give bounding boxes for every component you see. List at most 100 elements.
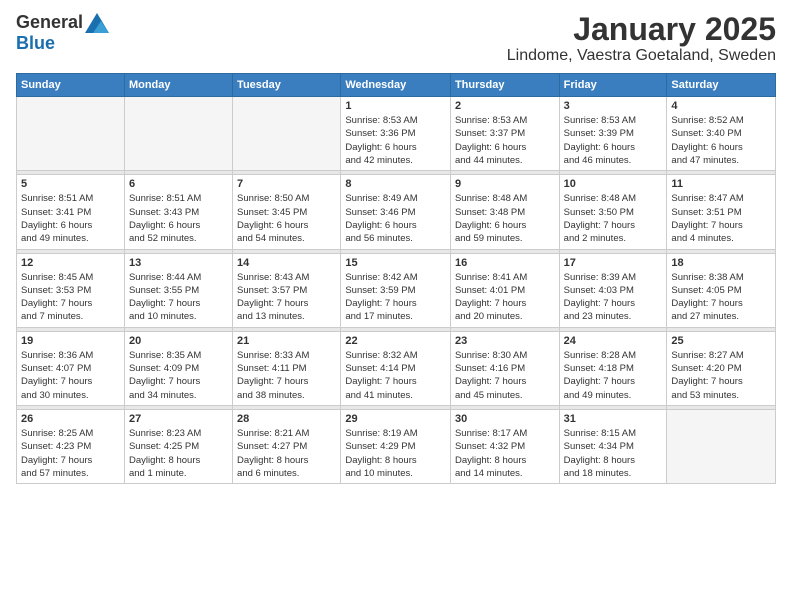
calendar-cell	[124, 97, 232, 171]
day-number: 16	[455, 257, 555, 269]
day-info: Sunrise: 8:28 AM Sunset: 4:18 PM Dayligh…	[564, 349, 663, 402]
calendar-cell: 26 Sunrise: 8:25 AM Sunset: 4:23 PM Dayli…	[17, 409, 125, 483]
day-info: Sunrise: 8:49 AM Sunset: 3:46 PM Dayligh…	[345, 192, 446, 245]
day-number: 17	[564, 257, 663, 269]
calendar-cell: 22Sunrise: 8:32 AM Sunset: 4:14 PM Dayli…	[341, 331, 451, 405]
day-info: Sunrise: 8:41 AM Sunset: 4:01 PM Dayligh…	[455, 271, 555, 324]
calendar-cell: 18 Sunrise: 8:38 AM Sunset: 4:05 PM Dayli…	[667, 253, 776, 327]
day-number: 28	[237, 413, 336, 425]
day-info: Sunrise: 8:45 AM Sunset: 3:53 PM Dayligh…	[21, 271, 120, 324]
day-number: 30	[455, 413, 555, 425]
calendar-cell: 17 Sunrise: 8:39 AM Sunset: 4:03 PM Dayli…	[559, 253, 667, 327]
day-info: Sunrise: 8:15 AM Sunset: 4:34 PM Dayligh…	[564, 427, 663, 480]
day-info: Sunrise: 8:21 AM Sunset: 4:27 PM Dayligh…	[237, 427, 336, 480]
day-number: 9	[455, 178, 555, 190]
location: Lindome, Vaestra Goetaland, Sweden	[507, 47, 776, 65]
day-info: Sunrise: 8:51 AM Sunset: 3:43 PM Dayligh…	[129, 192, 228, 245]
day-info: Sunrise: 8:48 AM Sunset: 3:50 PM Dayligh…	[564, 192, 663, 245]
day-info: Sunrise: 8:53 AM Sunset: 3:37 PM Dayligh…	[455, 114, 555, 167]
month-title: January 2025	[507, 12, 776, 47]
calendar-cell: 1 Sunrise: 8:53 AM Sunset: 3:36 PM Daylig…	[341, 97, 451, 171]
day-info: Sunrise: 8:39 AM Sunset: 4:03 PM Dayligh…	[564, 271, 663, 324]
day-info: Sunrise: 8:51 AM Sunset: 3:41 PM Dayligh…	[21, 192, 120, 245]
col-saturday: Saturday	[667, 74, 776, 97]
calendar-cell	[17, 97, 125, 171]
day-info: Sunrise: 8:25 AM Sunset: 4:23 PM Dayligh…	[21, 427, 120, 480]
day-number: 22	[345, 335, 446, 347]
day-number: 18	[671, 257, 771, 269]
calendar-cell: 16 Sunrise: 8:41 AM Sunset: 4:01 PM Dayli…	[450, 253, 559, 327]
day-number: 20	[129, 335, 228, 347]
calendar-cell: 4Sunrise: 8:52 AM Sunset: 3:40 PM Daylig…	[667, 97, 776, 171]
day-info: Sunrise: 8:27 AM Sunset: 4:20 PM Dayligh…	[671, 349, 771, 402]
day-number: 12	[21, 257, 120, 269]
day-info: Sunrise: 8:17 AM Sunset: 4:32 PM Dayligh…	[455, 427, 555, 480]
calendar: Sunday Monday Tuesday Wednesday Thursday…	[16, 73, 776, 484]
day-info: Sunrise: 8:43 AM Sunset: 3:57 PM Dayligh…	[237, 271, 336, 324]
header: General Blue January 2025 Lindome, Vaest…	[16, 12, 776, 65]
day-number: 2	[455, 100, 555, 112]
day-info: Sunrise: 8:50 AM Sunset: 3:45 PM Dayligh…	[237, 192, 336, 245]
col-wednesday: Wednesday	[341, 74, 451, 97]
col-thursday: Thursday	[450, 74, 559, 97]
calendar-cell: 8 Sunrise: 8:49 AM Sunset: 3:46 PM Daylig…	[341, 175, 451, 249]
day-number: 26	[21, 413, 120, 425]
col-sunday: Sunday	[17, 74, 125, 97]
week-row-3: 19Sunrise: 8:36 AM Sunset: 4:07 PM Dayli…	[17, 331, 776, 405]
calendar-cell: 19Sunrise: 8:36 AM Sunset: 4:07 PM Dayli…	[17, 331, 125, 405]
col-monday: Monday	[124, 74, 232, 97]
calendar-cell: 31Sunrise: 8:15 AM Sunset: 4:34 PM Dayli…	[559, 409, 667, 483]
day-number: 1	[345, 100, 446, 112]
header-row: Sunday Monday Tuesday Wednesday Thursday…	[17, 74, 776, 97]
day-number: 13	[129, 257, 228, 269]
day-info: Sunrise: 8:53 AM Sunset: 3:36 PM Dayligh…	[345, 114, 446, 167]
day-number: 3	[564, 100, 663, 112]
day-number: 11	[671, 178, 771, 190]
day-info: Sunrise: 8:36 AM Sunset: 4:07 PM Dayligh…	[21, 349, 120, 402]
day-info: Sunrise: 8:48 AM Sunset: 3:48 PM Dayligh…	[455, 192, 555, 245]
calendar-cell: 30 Sunrise: 8:17 AM Sunset: 4:32 PM Dayli…	[450, 409, 559, 483]
week-row-2: 12 Sunrise: 8:45 AM Sunset: 3:53 PM Dayli…	[17, 253, 776, 327]
calendar-cell: 3 Sunrise: 8:53 AM Sunset: 3:39 PM Daylig…	[559, 97, 667, 171]
day-info: Sunrise: 8:23 AM Sunset: 4:25 PM Dayligh…	[129, 427, 228, 480]
day-number: 23	[455, 335, 555, 347]
day-info: Sunrise: 8:19 AM Sunset: 4:29 PM Dayligh…	[345, 427, 446, 480]
logo-icon	[85, 13, 109, 33]
calendar-cell: 21 Sunrise: 8:33 AM Sunset: 4:11 PM Dayli…	[233, 331, 341, 405]
calendar-cell: 7 Sunrise: 8:50 AM Sunset: 3:45 PM Daylig…	[233, 175, 341, 249]
day-number: 7	[237, 178, 336, 190]
day-info: Sunrise: 8:35 AM Sunset: 4:09 PM Dayligh…	[129, 349, 228, 402]
day-info: Sunrise: 8:47 AM Sunset: 3:51 PM Dayligh…	[671, 192, 771, 245]
calendar-cell: 23 Sunrise: 8:30 AM Sunset: 4:16 PM Dayli…	[450, 331, 559, 405]
calendar-cell: 10 Sunrise: 8:48 AM Sunset: 3:50 PM Dayli…	[559, 175, 667, 249]
logo: General Blue	[16, 12, 109, 54]
day-number: 8	[345, 178, 446, 190]
calendar-cell: 2 Sunrise: 8:53 AM Sunset: 3:37 PM Daylig…	[450, 97, 559, 171]
day-number: 14	[237, 257, 336, 269]
calendar-cell	[667, 409, 776, 483]
page: General Blue January 2025 Lindome, Vaest…	[0, 0, 792, 612]
calendar-cell: 13 Sunrise: 8:44 AM Sunset: 3:55 PM Dayli…	[124, 253, 232, 327]
day-info: Sunrise: 8:38 AM Sunset: 4:05 PM Dayligh…	[671, 271, 771, 324]
day-number: 21	[237, 335, 336, 347]
day-number: 25	[671, 335, 771, 347]
day-info: Sunrise: 8:30 AM Sunset: 4:16 PM Dayligh…	[455, 349, 555, 402]
calendar-cell: 29 Sunrise: 8:19 AM Sunset: 4:29 PM Dayli…	[341, 409, 451, 483]
day-info: Sunrise: 8:53 AM Sunset: 3:39 PM Dayligh…	[564, 114, 663, 167]
calendar-cell: 14 Sunrise: 8:43 AM Sunset: 3:57 PM Dayli…	[233, 253, 341, 327]
title-block: January 2025 Lindome, Vaestra Goetaland,…	[507, 12, 776, 65]
logo-blue-text: Blue	[16, 33, 55, 54]
day-number: 10	[564, 178, 663, 190]
day-number: 15	[345, 257, 446, 269]
day-number: 27	[129, 413, 228, 425]
calendar-cell: 20 Sunrise: 8:35 AM Sunset: 4:09 PM Dayli…	[124, 331, 232, 405]
day-number: 5	[21, 178, 120, 190]
week-row-0: 1 Sunrise: 8:53 AM Sunset: 3:36 PM Daylig…	[17, 97, 776, 171]
logo-general-text: General	[16, 12, 83, 33]
week-row-1: 5 Sunrise: 8:51 AM Sunset: 3:41 PM Daylig…	[17, 175, 776, 249]
day-number: 29	[345, 413, 446, 425]
day-info: Sunrise: 8:44 AM Sunset: 3:55 PM Dayligh…	[129, 271, 228, 324]
day-info: Sunrise: 8:33 AM Sunset: 4:11 PM Dayligh…	[237, 349, 336, 402]
calendar-cell: 15Sunrise: 8:42 AM Sunset: 3:59 PM Dayli…	[341, 253, 451, 327]
calendar-cell: 11 Sunrise: 8:47 AM Sunset: 3:51 PM Dayli…	[667, 175, 776, 249]
